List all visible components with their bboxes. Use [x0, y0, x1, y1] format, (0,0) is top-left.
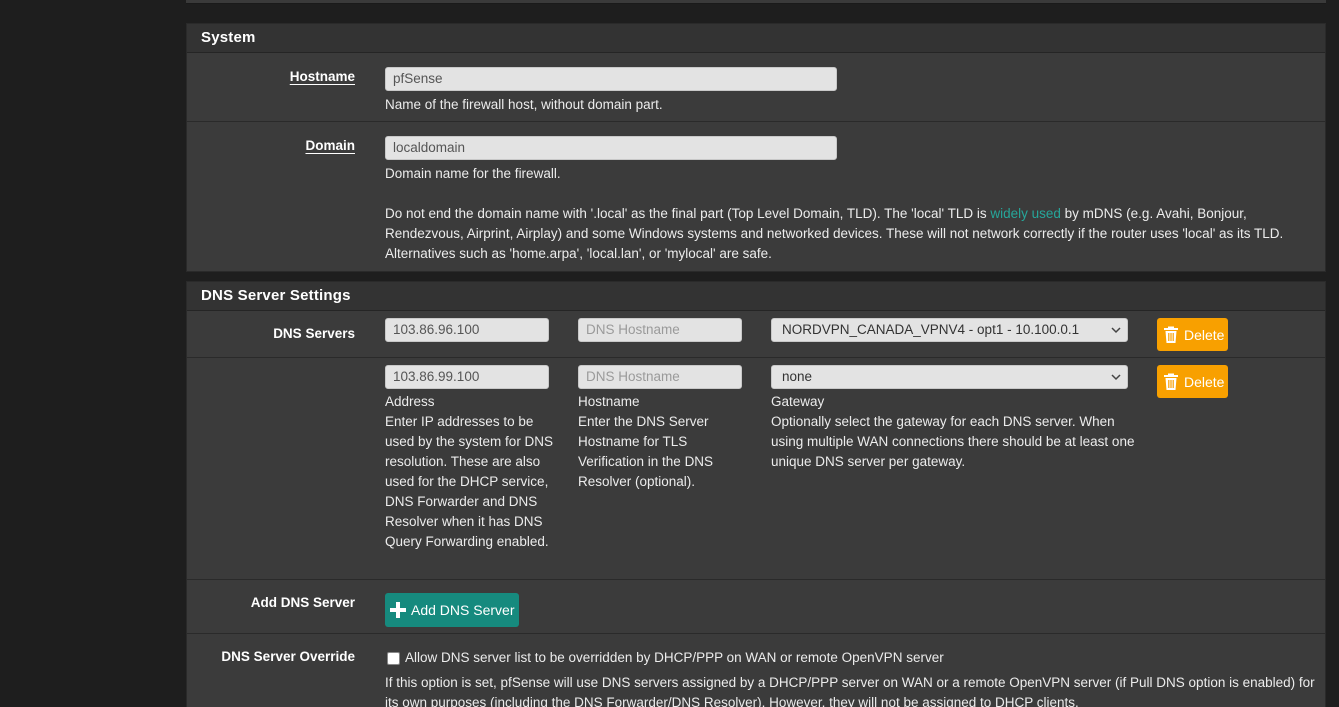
- domain-help: Domain name for the firewall.: [385, 166, 561, 181]
- domain-row: Domain localdomain Domain name for the f…: [187, 122, 1325, 271]
- dns-override-label: DNS Server Override: [221, 649, 355, 664]
- address-help: Address Enter IP addresses to be used by…: [385, 392, 555, 552]
- dns-override-checkbox[interactable]: [387, 652, 400, 665]
- trash-icon: [1164, 326, 1178, 343]
- dns-hostname-input[interactable]: DNS Hostname: [578, 318, 742, 342]
- hostname-help: Name of the firewall host, without domai…: [385, 97, 663, 112]
- dns-override-checkbox-label[interactable]: Allow DNS server list to be overridden b…: [405, 648, 944, 668]
- dns-override-row: DNS Server Override Allow DNS server lis…: [187, 634, 1325, 707]
- add-dns-server-label: Add DNS Server: [250, 595, 355, 610]
- page: System Hostname pfSense Name of the fire…: [0, 0, 1339, 707]
- add-dns-server-button-label: Add DNS Server: [411, 602, 515, 618]
- domain-input[interactable]: localdomain: [385, 136, 837, 160]
- domain-note: Do not end the domain name with '.local'…: [385, 204, 1320, 264]
- domain-note-text: Do not end the domain name with '.local'…: [385, 206, 991, 221]
- dns-address-input[interactable]: 103.86.96.100: [385, 318, 549, 342]
- hostname-label: Hostname: [289, 69, 355, 84]
- dns-server-row: DNS Servers 103.86.96.100 DNS Hostname N…: [187, 311, 1325, 358]
- previous-panel-edge: [186, 0, 1326, 4]
- hostname-row: Hostname pfSense Name of the firewall ho…: [187, 53, 1325, 122]
- system-panel: System Hostname pfSense Name of the fire…: [186, 23, 1326, 272]
- gateway-select-value: none: [782, 369, 813, 384]
- hostname-help-text: Enter the DNS Server Hostname for TLS Ve…: [578, 414, 714, 489]
- delete-button-label: Delete: [1184, 373, 1225, 390]
- address-help-text: Enter IP addresses to be used by the sys…: [385, 414, 554, 549]
- dns-settings-title: DNS Server Settings: [187, 282, 1325, 311]
- address-help-title: Address: [385, 394, 435, 409]
- dns-servers-label: DNS Servers: [273, 326, 355, 341]
- delete-button-label: Delete: [1184, 326, 1225, 343]
- gateway-help: Gateway Optionally select the gateway fo…: [771, 392, 1136, 472]
- delete-dns-server-button[interactable]: Delete: [1157, 318, 1228, 351]
- chevron-down-icon: [1111, 327, 1121, 334]
- gateway-help-title: Gateway: [771, 394, 825, 409]
- add-dns-server-row: Add DNS Server Add DNS Server: [187, 580, 1325, 634]
- plus-icon: [390, 602, 406, 618]
- gateway-select[interactable]: NORDVPN_CANADA_VPNV4 - opt1 - 10.100.0.1: [771, 318, 1128, 342]
- dns-override-help: If this option is set, pfSense will use …: [385, 675, 1315, 707]
- delete-dns-server-button[interactable]: Delete: [1157, 365, 1228, 398]
- add-dns-server-button[interactable]: Add DNS Server: [385, 593, 520, 627]
- gateway-select-value: NORDVPN_CANADA_VPNV4 - opt1 - 10.100.0.1: [782, 322, 1080, 337]
- widely-used-link[interactable]: widely used: [990, 206, 1061, 221]
- dns-settings-panel: DNS Server Settings DNS Servers 103.86.9…: [186, 281, 1326, 707]
- trash-icon: [1164, 373, 1178, 390]
- domain-label: Domain: [305, 138, 355, 153]
- dns-hostname-input[interactable]: DNS Hostname: [578, 365, 742, 389]
- gateway-help-text: Optionally select the gateway for each D…: [771, 414, 1135, 469]
- hostname-input[interactable]: pfSense: [385, 67, 837, 91]
- gateway-select[interactable]: none: [771, 365, 1128, 389]
- system-panel-title: System: [187, 24, 1325, 53]
- hostname-help-title: Hostname: [578, 394, 640, 409]
- dns-server-row: 103.86.99.100 DNS Hostname none Delete A…: [187, 358, 1325, 580]
- dns-address-input[interactable]: 103.86.99.100: [385, 365, 549, 389]
- hostname-help: Hostname Enter the DNS Server Hostname f…: [578, 392, 748, 492]
- chevron-down-icon: [1111, 374, 1121, 381]
